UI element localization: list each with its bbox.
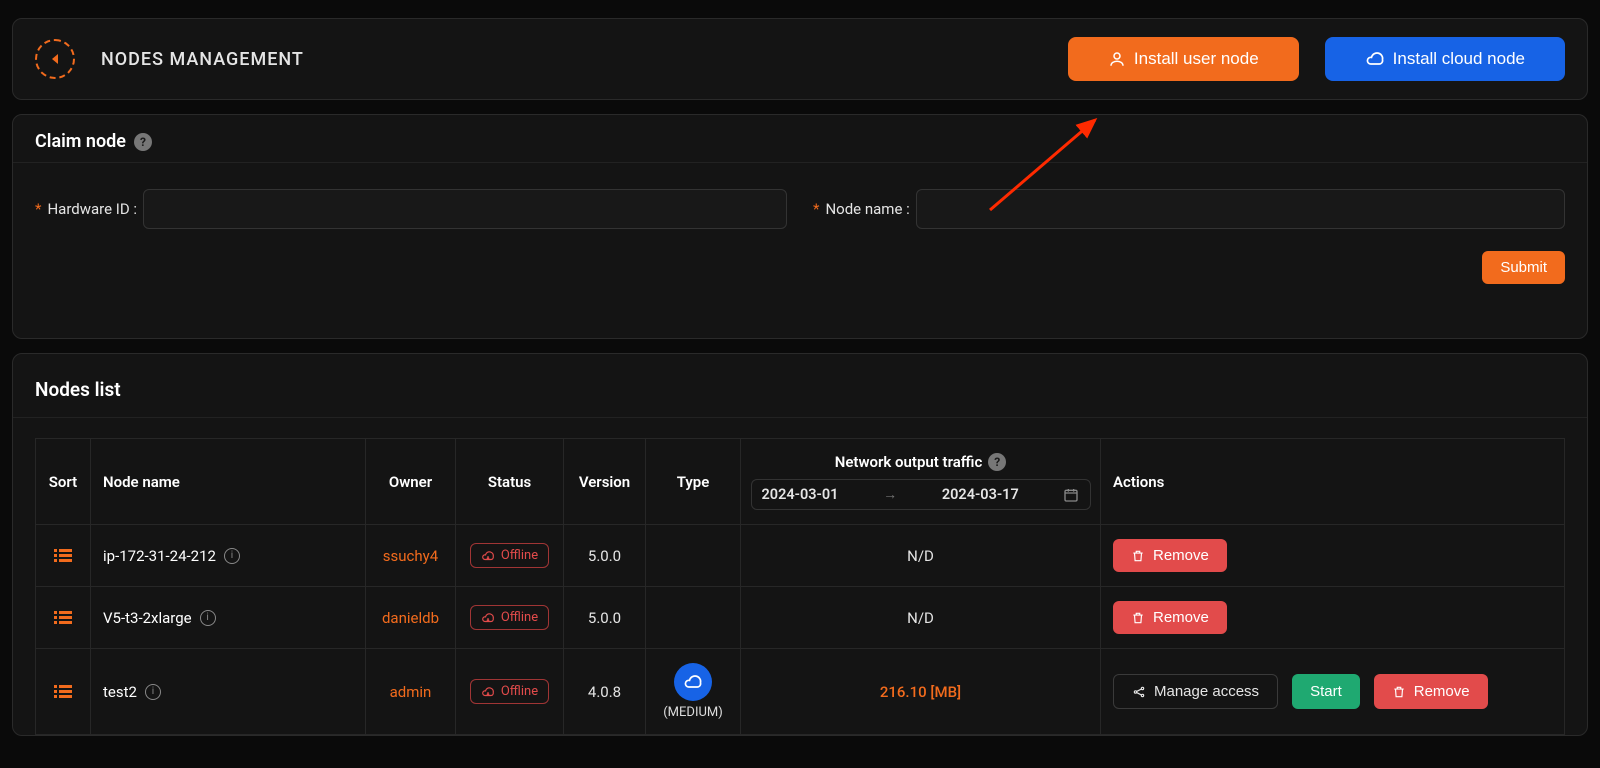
nodes-list-card: Nodes list Sort Node name Owner Status V…	[12, 353, 1588, 736]
info-icon[interactable]: i	[145, 684, 161, 700]
claim-form: * Hardware ID : * Node name :	[13, 163, 1587, 251]
node-name-input[interactable]	[916, 189, 1565, 229]
sort-handle[interactable]	[36, 649, 91, 735]
type-cell	[646, 587, 741, 649]
info-icon[interactable]: i	[224, 548, 240, 564]
header-actions: Install user node Install cloud node	[1068, 37, 1565, 81]
play-left-icon	[48, 52, 62, 66]
node-name-group: * Node name :	[813, 189, 1565, 229]
traffic-value: N/D	[907, 547, 934, 565]
actions-cell: Remove	[1101, 587, 1565, 649]
col-owner: Owner	[366, 439, 456, 525]
nodes-table: Sort Node name Owner Status Version Type…	[35, 438, 1565, 735]
traffic-cell: N/D	[741, 525, 1101, 587]
network-label: Network output traffic	[835, 453, 983, 471]
table-header-row: Sort Node name Owner Status Version Type…	[36, 439, 1565, 525]
owner-link[interactable]: danieldb	[382, 609, 439, 627]
submit-button[interactable]: Submit	[1482, 251, 1565, 284]
owner-cell: admin	[366, 649, 456, 735]
hardware-id-group: * Hardware ID :	[35, 189, 787, 229]
install-user-node-button[interactable]: Install user node	[1068, 37, 1299, 81]
remove-button[interactable]: Remove	[1113, 601, 1227, 634]
status-pill: Offline	[470, 543, 549, 568]
status-pill: Offline	[470, 679, 549, 704]
calendar-icon	[1063, 487, 1079, 503]
remove-button[interactable]: Remove	[1374, 674, 1488, 709]
date-from: 2024-03-01	[762, 486, 839, 503]
table-row: ip-172-31-24-212 i ssuchy4 Offline 5.0.0 N/…	[36, 525, 1565, 587]
col-network: Network output traffic ? 2024-03-01 → 20…	[741, 439, 1101, 525]
remove-button[interactable]: Remove	[1113, 539, 1227, 572]
actions-cell: Remove	[1101, 525, 1565, 587]
col-status: Status	[456, 439, 564, 525]
start-button[interactable]: Start	[1292, 674, 1360, 709]
nodes-list-heading: Nodes list	[13, 354, 1587, 418]
nodes-table-wrap: Sort Node name Owner Status Version Type…	[13, 418, 1587, 735]
col-actions: Actions	[1101, 439, 1565, 525]
button-label: Install user node	[1134, 49, 1259, 69]
sort-handle[interactable]	[36, 525, 91, 587]
user-icon	[1108, 50, 1126, 68]
node-name-text: ip-172-31-24-212	[103, 547, 216, 565]
cloud-type-icon	[674, 663, 712, 701]
cloud-icon	[1365, 49, 1385, 69]
version-cell: 4.0.8	[564, 649, 646, 735]
install-cloud-node-button[interactable]: Install cloud node	[1325, 37, 1565, 81]
table-row: V5-t3-2xlarge i danieldb Offline 5.0.0 N/D R…	[36, 587, 1565, 649]
owner-cell: ssuchy4	[366, 525, 456, 587]
node-name-text: test2	[103, 683, 137, 701]
traffic-cell: 216.10 [MB]	[741, 649, 1101, 735]
type-cell: (MEDIUM)	[646, 649, 741, 735]
button-label: Install cloud node	[1393, 49, 1525, 69]
sort-handle[interactable]	[36, 587, 91, 649]
node-name-label: Node name :	[825, 200, 909, 218]
node-name-cell: V5-t3-2xlarge i	[91, 587, 366, 649]
page-title: NODES MANAGEMENT	[101, 49, 304, 70]
claim-node-heading: Claim node ?	[13, 115, 1587, 163]
version-cell: 5.0.0	[564, 587, 646, 649]
date-to: 2024-03-17	[942, 486, 1019, 503]
required-asterisk: *	[35, 200, 41, 218]
status-cell: Offline	[456, 649, 564, 735]
type-cell	[646, 525, 741, 587]
node-name-text: V5-t3-2xlarge	[103, 609, 192, 627]
table-row: test2 i admin Offline 4.0.8 (MEDIUM) 216.10 …	[36, 649, 1565, 735]
node-name-cell: ip-172-31-24-212 i	[91, 525, 366, 587]
button-label: Submit	[1500, 259, 1547, 276]
required-asterisk: *	[813, 200, 819, 218]
version-cell: 5.0.0	[564, 525, 646, 587]
status-cell: Offline	[456, 525, 564, 587]
manage-access-button[interactable]: Manage access	[1113, 674, 1278, 709]
col-type: Type	[646, 439, 741, 525]
owner-link[interactable]: ssuchy4	[383, 547, 438, 565]
node-name-cell: test2 i	[91, 649, 366, 735]
heading-text: Claim node	[35, 131, 126, 152]
back-button[interactable]	[35, 39, 75, 79]
claim-form-footer: Submit	[13, 251, 1587, 338]
col-sort: Sort	[36, 439, 91, 525]
traffic-value: N/D	[907, 609, 934, 627]
traffic-cell: N/D	[741, 587, 1101, 649]
status-pill: Offline	[470, 605, 549, 630]
owner-link[interactable]: admin	[390, 683, 432, 701]
hardware-id-input[interactable]	[143, 189, 787, 229]
header-bar: NODES MANAGEMENT Install user node Insta…	[12, 18, 1588, 100]
col-node-name: Node name	[91, 439, 366, 525]
status-cell: Offline	[456, 587, 564, 649]
date-range-picker[interactable]: 2024-03-01 → 2024-03-17	[751, 479, 1091, 510]
owner-cell: danieldb	[366, 587, 456, 649]
traffic-value: 216.10 [MB]	[880, 683, 961, 701]
info-icon[interactable]: i	[200, 610, 216, 626]
claim-node-card: Claim node ? * Hardware ID : * Node name…	[12, 114, 1588, 339]
help-icon[interactable]: ?	[134, 133, 152, 151]
col-version: Version	[564, 439, 646, 525]
hardware-id-label: Hardware ID :	[47, 200, 137, 218]
arrow-right-icon: →	[883, 486, 897, 503]
actions-cell: Manage access Start Remove	[1101, 649, 1565, 735]
help-icon[interactable]: ?	[988, 453, 1006, 471]
type-size-label: (MEDIUM)	[658, 705, 728, 720]
